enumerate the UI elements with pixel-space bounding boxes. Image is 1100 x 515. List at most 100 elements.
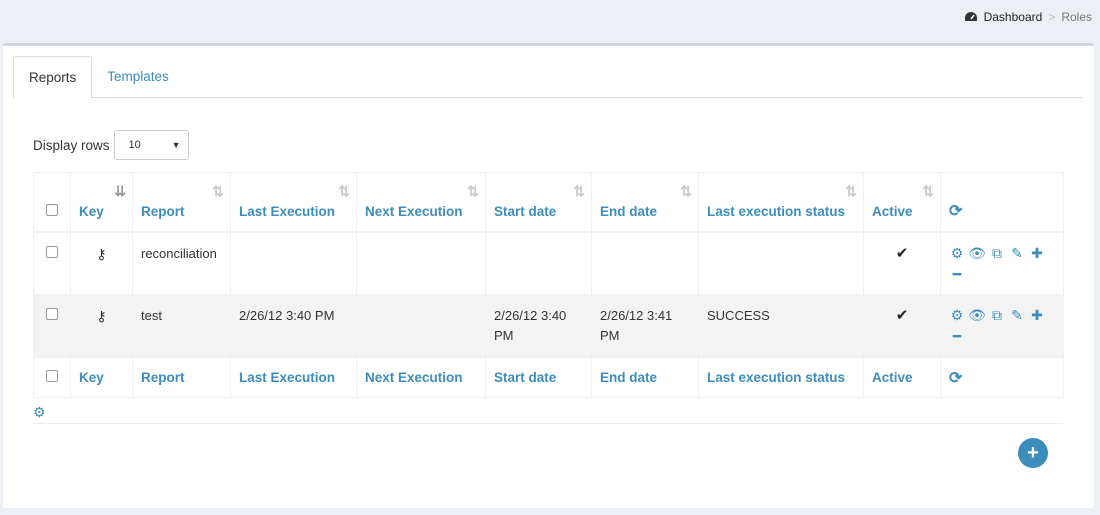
row-checkbox[interactable]: [46, 245, 58, 258]
report-cell: reconciliation: [132, 231, 231, 295]
last-execution-cell: [230, 231, 357, 295]
footer-label-active: Active: [863, 357, 941, 398]
tab-bar: Reports Templates: [13, 56, 1083, 99]
display-rows-select[interactable]: 10 ▼: [113, 130, 189, 160]
active-cell: ✔: [863, 231, 941, 295]
reports-panel: Reports Templates Display rows 10 ▼ ⇊ Key…: [3, 43, 1094, 508]
table-settings-gear-icon[interactable]: ⚙: [33, 404, 46, 421]
select-all-checkbox[interactable]: [46, 203, 58, 216]
column-label-report: Report: [141, 203, 185, 219]
sort-icon[interactable]: ⇅: [573, 181, 585, 201]
footer-actions: ⟳: [940, 357, 1064, 398]
check-icon: ✔: [895, 244, 909, 262]
last-execution-cell: 2/26/12 3:40 PM: [230, 294, 357, 358]
end-date-cell: [591, 231, 699, 295]
column-header-status[interactable]: ⇅ Last execution status: [698, 172, 864, 233]
next-execution-cell: [356, 231, 486, 295]
column-label-next-execution: Next Execution: [365, 203, 463, 219]
pencil-icon[interactable]: ✎: [1009, 244, 1025, 262]
chevron-down-icon: ▼: [171, 140, 181, 150]
reports-table: ⇊ Key ⇅ Report ⇅ Last Execution ⇅ Next Execu…: [33, 172, 1064, 398]
key-icon: ⚷: [96, 245, 107, 262]
display-rows-value: 10: [128, 139, 141, 151]
minus-icon[interactable]: ━: [949, 327, 965, 345]
row-select-cell: [33, 231, 71, 295]
sort-icon[interactable]: ⇅: [212, 181, 224, 201]
puzzle-icon[interactable]: ✚: [1029, 244, 1045, 262]
column-label-end-date: End date: [600, 203, 658, 219]
column-label-active: Active: [872, 203, 913, 219]
status-cell: [698, 231, 864, 295]
table-header-row: ⇊ Key ⇅ Report ⇅ Last Execution ⇅ Next Execu…: [33, 172, 1064, 233]
actions-cell: ⚙ 👁 ⧉ ✎ ✚ ━: [940, 231, 1064, 295]
column-header-start-date[interactable]: ⇅ Start date: [485, 172, 592, 233]
row-actions: ⚙ 👁 ⧉ ✎ ✚ ━: [949, 244, 1049, 283]
table-row: ⚷ reconciliation ✔ ⚙ 👁 ⧉ ✎ ✚ ━: [33, 231, 1064, 295]
table-row: ⚷ test 2/26/12 3:40 PM 2/26/12 3:40 PM 2…: [33, 294, 1064, 358]
tab-reports[interactable]: Reports: [13, 56, 93, 99]
display-rows-label: Display rows: [33, 137, 110, 153]
active-cell: ✔: [863, 294, 941, 358]
add-report-button[interactable]: +: [1018, 438, 1048, 468]
report-cell: test: [132, 294, 231, 358]
eye-icon[interactable]: 👁: [968, 244, 986, 262]
eye-icon[interactable]: 👁: [968, 306, 986, 324]
column-label-start-date: Start date: [494, 203, 557, 219]
column-label-key: Key: [79, 203, 104, 219]
footer-label-status: Last execution status: [698, 357, 864, 398]
copy-icon[interactable]: ⧉: [989, 306, 1005, 324]
puzzle-icon[interactable]: ✚: [1029, 306, 1045, 324]
start-date-cell: 2/26/12 3:40 PM: [485, 294, 592, 358]
sort-icon[interactable]: ⇅: [467, 181, 479, 201]
column-label-status: Last execution status: [707, 203, 846, 219]
breadcrumb-dashboard-link[interactable]: Dashboard: [964, 10, 1043, 24]
start-date-cell: [485, 231, 592, 295]
footer-label-next-execution: Next Execution: [356, 357, 486, 398]
pencil-icon[interactable]: ✎: [1009, 306, 1025, 324]
divider: [33, 423, 1063, 424]
end-date-cell: 2/26/12 3:41 PM: [591, 294, 699, 358]
column-header-key[interactable]: ⇊ Key: [70, 172, 133, 233]
gear-icon[interactable]: ⚙: [949, 244, 965, 262]
table-footer-row: Key Report Last Execution Next Execution…: [33, 357, 1064, 398]
display-rows: Display rows 10 ▼: [33, 130, 189, 160]
copy-icon[interactable]: ⧉: [989, 244, 1005, 262]
sort-icon[interactable]: ⇅: [680, 181, 692, 201]
column-header-next-execution[interactable]: ⇅ Next Execution: [356, 172, 486, 233]
column-header-end-date[interactable]: ⇅ End date: [591, 172, 699, 233]
refresh-icon[interactable]: ⟳: [949, 370, 962, 387]
column-label-last-execution: Last Execution: [239, 203, 336, 219]
actions-header: ⟳: [940, 172, 1064, 233]
sort-desc-icon[interactable]: ⇊: [114, 181, 126, 201]
row-select-cell: [33, 294, 71, 358]
footer-label-start-date: Start date: [485, 357, 592, 398]
sort-icon[interactable]: ⇅: [338, 181, 350, 201]
column-header-active[interactable]: ⇅ Active: [863, 172, 941, 233]
actions-cell: ⚙ 👁 ⧉ ✎ ✚ ━: [940, 294, 1064, 358]
footer-label-end-date: End date: [591, 357, 699, 398]
tab-templates[interactable]: Templates: [92, 56, 184, 98]
breadcrumb-separator: >: [1048, 10, 1056, 24]
dashboard-icon: [964, 12, 977, 21]
sort-icon[interactable]: ⇅: [845, 181, 857, 201]
footer-label-report: Report: [132, 357, 231, 398]
breadcrumb: Dashboard > Roles: [964, 10, 1092, 24]
row-checkbox[interactable]: [46, 308, 58, 320]
column-header-report[interactable]: ⇅ Report: [132, 172, 231, 233]
breadcrumb-dashboard-label: Dashboard: [983, 10, 1043, 24]
sort-icon[interactable]: ⇅: [922, 181, 934, 201]
key-icon: ⚷: [96, 308, 107, 324]
status-cell: SUCCESS: [698, 294, 864, 358]
select-all-checkbox-footer[interactable]: [46, 370, 58, 382]
key-cell: ⚷: [70, 231, 133, 295]
row-actions: ⚙ 👁 ⧉ ✎ ✚ ━: [949, 306, 1049, 345]
footer-label-last-execution: Last Execution: [230, 357, 357, 398]
refresh-icon[interactable]: ⟳: [949, 203, 962, 220]
gear-icon[interactable]: ⚙: [949, 306, 965, 324]
breadcrumb-current: Roles: [1061, 10, 1092, 24]
next-execution-cell: [356, 294, 486, 358]
minus-icon[interactable]: ━: [949, 265, 965, 283]
check-icon: ✔: [895, 307, 909, 324]
key-cell: ⚷: [70, 294, 133, 358]
column-header-last-execution[interactable]: ⇅ Last Execution: [230, 172, 357, 233]
